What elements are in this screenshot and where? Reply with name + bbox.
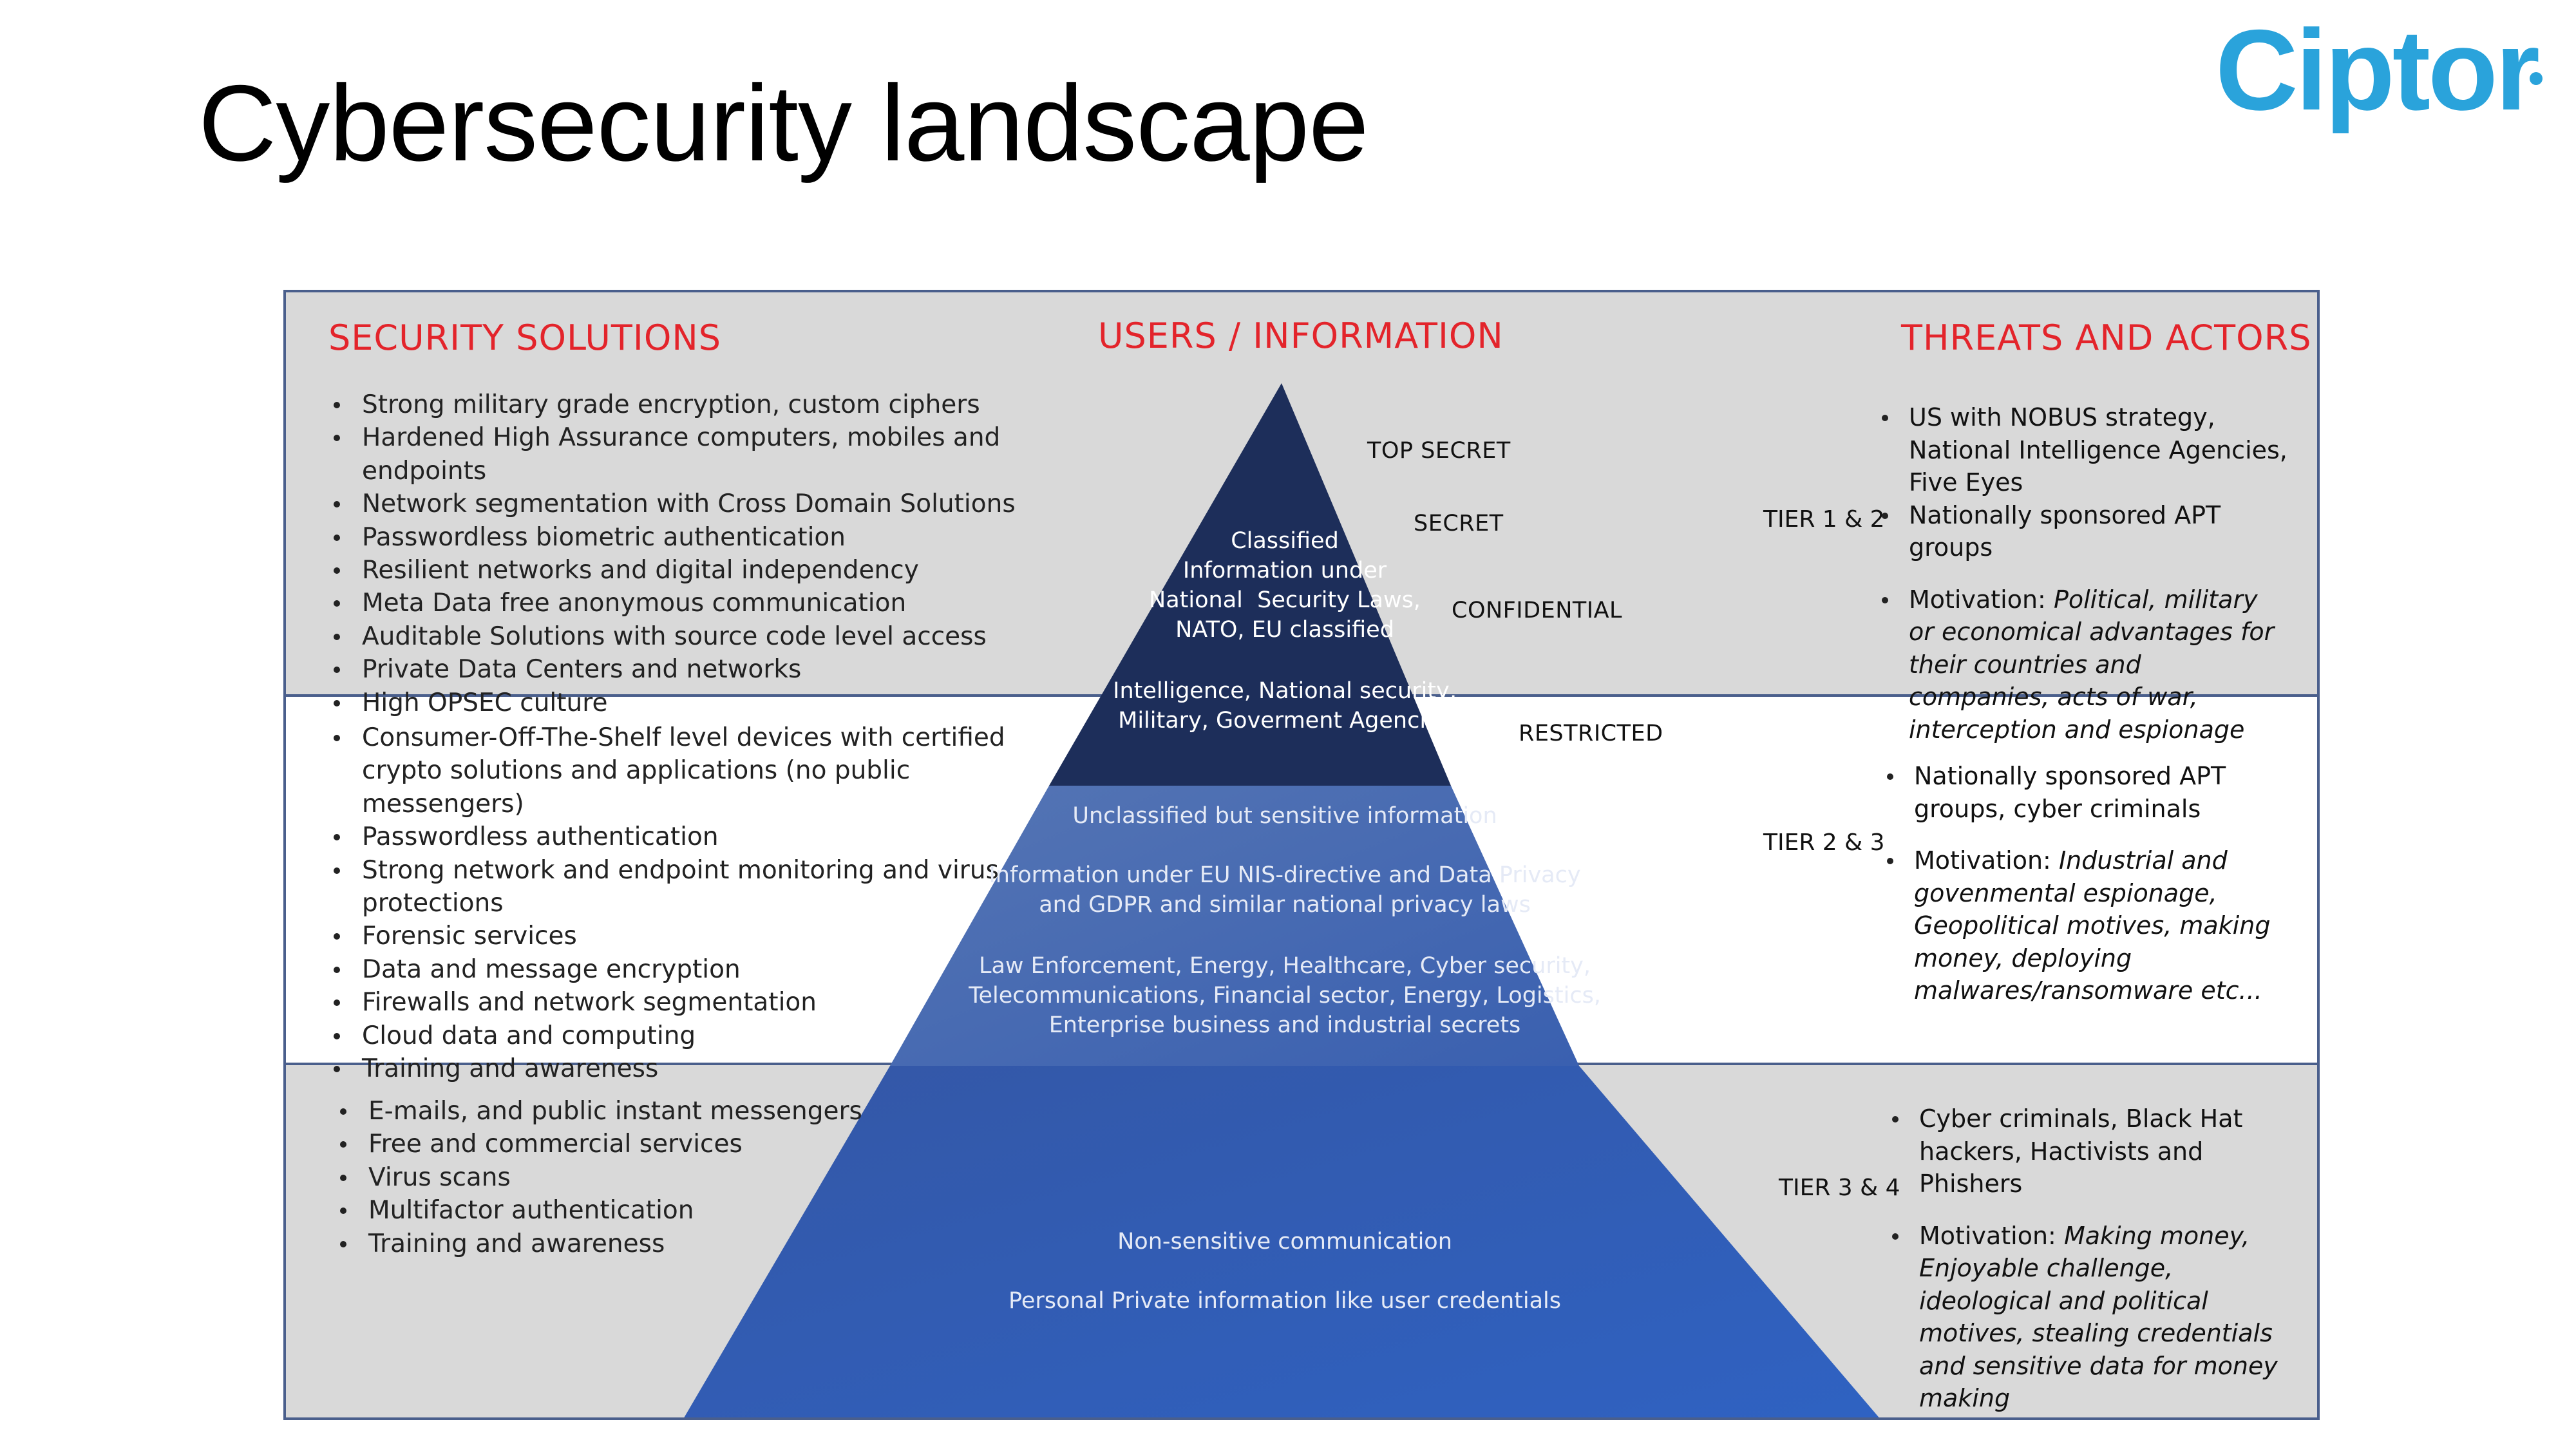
list-item: Strong network and endpoint monitoring a… — [328, 854, 1011, 920]
list-item: Virus scans — [335, 1161, 914, 1194]
list-item: Strong military grade encryption, custom… — [328, 388, 1101, 421]
list-item: Multifactor authentication — [335, 1194, 914, 1227]
list-item: Meta Data free anonymous communication — [328, 587, 1101, 620]
tier-3-threats-list: Cyber criminals, Black Hat hackers, Hact… — [1887, 1103, 2299, 1415]
list-item: Nationally sponsored APT groups — [1877, 499, 2289, 564]
list-item: Cyber criminals, Black Hat hackers, Hact… — [1887, 1103, 2299, 1200]
tier-2-3-label: TIER 2 & 3 — [1763, 829, 1885, 856]
list-item: Network segmentation with Cross Domain S… — [328, 488, 1101, 520]
tier-1-threats-list: US with NOBUS strategy, National Intelli… — [1877, 401, 2289, 746]
list-item: Consumer-Off-The-Shelf level devices wit… — [328, 721, 1011, 820]
list-item: Passwordless authentication — [328, 820, 1011, 853]
list-item: Hardened High Assurance computers, mobil… — [328, 421, 1101, 488]
list-item: Resilient networks and digital independe… — [328, 554, 1101, 587]
list-item: High OPSEC culture — [328, 687, 1101, 719]
list-item: Private Data Centers and networks — [328, 653, 1101, 686]
svg-text:Ciptor: Ciptor — [2215, 19, 2539, 134]
threats-actors-heading: THREATS AND ACTORS — [1901, 317, 2312, 358]
list-item: Auditable Solutions with source code lev… — [328, 620, 1101, 653]
tier-1-solutions-list: Strong military grade encryption, custom… — [328, 388, 1101, 719]
classified-information-text: Classified Information under National Se… — [1149, 528, 1421, 643]
motivation-item: Motivation: Making money, Enjoyable chal… — [1887, 1220, 2299, 1415]
ciptor-logo: Ciptor — [2215, 19, 2543, 134]
list-item: Forensic services — [328, 920, 1011, 952]
list-item: US with NOBUS strategy, National Intelli… — [1877, 401, 2289, 499]
level-secret: SECRET — [1414, 511, 1504, 536]
list-item: Data and message encryption — [328, 953, 1011, 986]
security-solutions-heading: SECURITY SOLUTIONS — [328, 317, 721, 358]
list-item: Training and awareness — [328, 1052, 1011, 1085]
personal-information-text: Personal Private information like user c… — [1009, 1288, 1561, 1314]
tier-2-threats-list: Nationally sponsored APT groups, cyber c… — [1882, 760, 2294, 1007]
unclassified-text: Unclassified but sensitive information — [1072, 803, 1497, 829]
level-confidential: CONFIDENTIAL — [1452, 598, 1623, 623]
list-item: Firewalls and network segmentation — [328, 986, 1011, 1019]
list-item: E-mails, and public instant messengers — [335, 1095, 914, 1128]
tier-1-2-label: TIER 1 & 2 — [1763, 506, 1885, 533]
tier-3-solutions-list: E-mails, and public instant messengers F… — [335, 1095, 914, 1260]
level-top-secret: TOP SECRET — [1367, 438, 1511, 464]
motivation-item: Motivation: Industrial and govenmental e… — [1882, 844, 2294, 1007]
page-title: Cybersecurity landscape — [198, 62, 1369, 184]
tier-3-4-label: TIER 3 & 4 — [1779, 1175, 1900, 1201]
sectors-text: Law Enforcement, Energy, Healthcare, Cyb… — [969, 953, 1601, 1038]
list-item: Training and awareness — [335, 1227, 914, 1260]
non-sensitive-text: Non-sensitive communication — [1117, 1229, 1452, 1255]
cybersecurity-diagram: SECURITY SOLUTIONS USERS / INFORMATION T… — [283, 290, 2320, 1420]
users-information-heading: USERS / INFORMATION — [1098, 316, 1504, 356]
list-item: Free and commercial services — [335, 1128, 914, 1160]
list-item: Cloud data and computing — [328, 1019, 1011, 1052]
tier-2-solutions-list: Consumer-Off-The-Shelf level devices wit… — [328, 721, 1011, 1085]
list-item: Nationally sponsored APT groups, cyber c… — [1882, 760, 2294, 825]
list-item: Passwordless biometric authentication — [328, 521, 1101, 554]
nis-directive-text: Information under EU NIS-directive and D… — [989, 862, 1581, 918]
agencies-text: Intelligence, National security, Militar… — [1113, 678, 1457, 734]
motivation-item: Motivation: Political, military or econo… — [1877, 583, 2289, 746]
level-restricted: RESTRICTED — [1519, 721, 1663, 746]
